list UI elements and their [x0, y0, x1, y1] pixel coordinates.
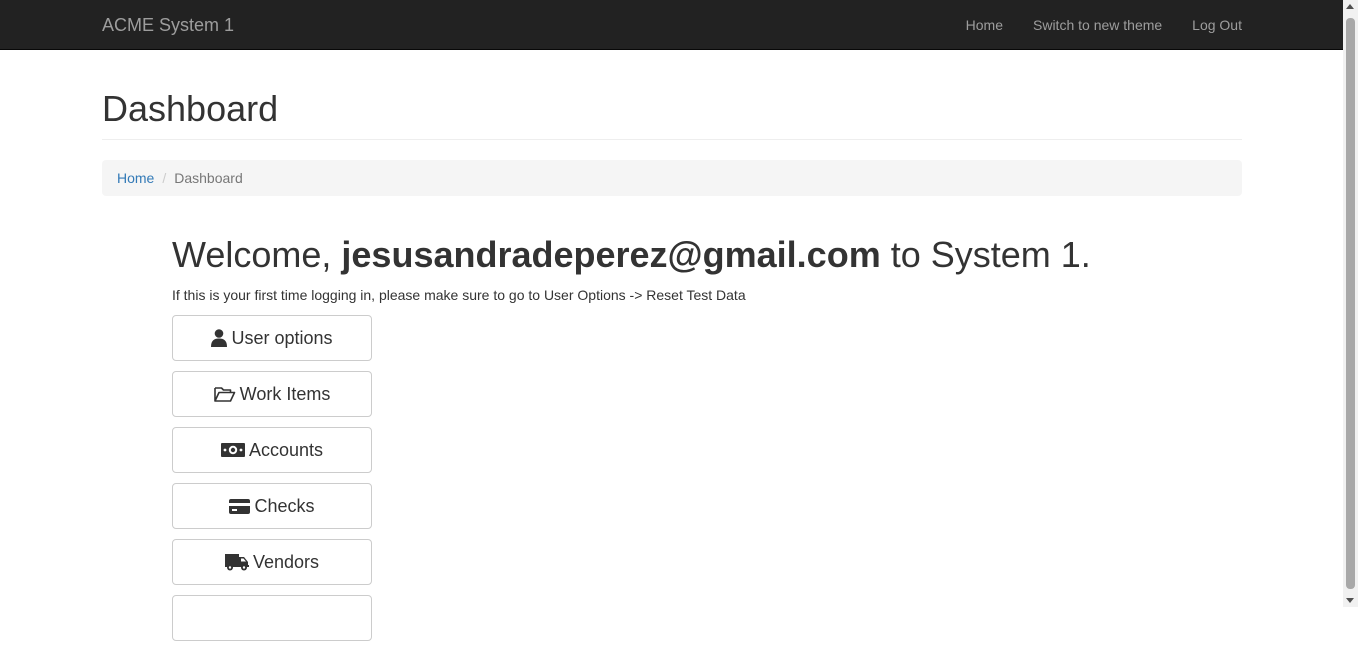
money-icon	[220, 443, 245, 457]
accounts-button[interactable]: Accounts	[172, 427, 372, 473]
vendors-button[interactable]: Vendors	[172, 539, 372, 585]
work-items-button[interactable]: Work Items	[172, 371, 372, 417]
brand-link[interactable]: ACME System 1	[102, 0, 234, 50]
page-title: Dashboard	[102, 88, 279, 129]
scroll-down-arrow-icon[interactable]	[1346, 598, 1354, 603]
checks-label: Checks	[254, 495, 315, 516]
work-items-label: Work Items	[239, 383, 331, 404]
credit-card-icon	[229, 498, 251, 514]
nav-switch-theme-link[interactable]: Switch to new theme	[1018, 0, 1177, 50]
breadcrumb: Home / Dashboard	[102, 160, 1242, 196]
scroll-up-arrow-icon[interactable]	[1346, 4, 1354, 9]
checks-button[interactable]: Checks	[172, 483, 372, 529]
folder-open-icon	[213, 386, 236, 402]
nav-logout-link[interactable]: Log Out	[1177, 0, 1242, 50]
nav-home-link[interactable]: Home	[951, 0, 1018, 50]
next-menu-button[interactable]	[172, 595, 372, 641]
user-options-label: User options	[231, 327, 333, 348]
vendors-label: Vendors	[252, 551, 320, 572]
accounts-label: Accounts	[248, 439, 324, 460]
breadcrumb-current: Dashboard	[174, 170, 243, 186]
breadcrumb-home-link[interactable]: Home	[117, 170, 154, 186]
dashboard-menu: User options Work Items Accounts Checks …	[172, 315, 372, 651]
nav-links: Home Switch to new theme Log Out	[951, 0, 1242, 50]
welcome-prefix: Welcome,	[172, 234, 332, 275]
breadcrumb-separator: /	[162, 170, 167, 186]
scroll-thumb[interactable]	[1346, 18, 1355, 589]
first-login-hint: If this is your first time logging in, p…	[172, 287, 746, 303]
title-divider	[102, 139, 1242, 140]
user-icon	[211, 329, 228, 347]
welcome-email: jesusandradeperez@gmail.com	[341, 234, 881, 275]
welcome-suffix: to System 1.	[890, 234, 1091, 275]
user-options-button[interactable]: User options	[172, 315, 372, 361]
welcome-heading: Welcome, jesusandradeperez@gmail.com to …	[172, 232, 1091, 278]
vertical-scrollbar[interactable]	[1343, 0, 1358, 607]
truck-icon	[224, 553, 249, 571]
top-navbar: ACME System 1 Home Switch to new theme L…	[0, 0, 1343, 50]
